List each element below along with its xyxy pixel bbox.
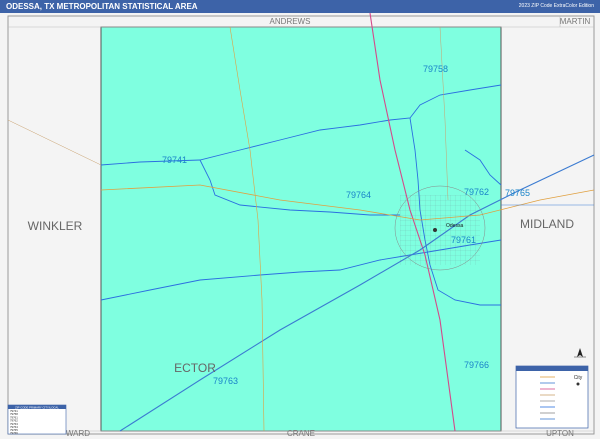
county-label: ECTOR	[174, 361, 216, 375]
map-canvas: ANDREWS MARTIN WINKLER MIDLAND WARD CRAN…	[0, 13, 600, 439]
map-title: ODESSA, TX METROPOLITAN STATISTICAL AREA	[6, 2, 198, 11]
neighbor-label-bottom-right: UPTON	[546, 429, 574, 438]
zip-label: 79762	[464, 187, 489, 197]
zip-table-header: ZIP CODE PRIMARY CITY/LOCAL	[15, 405, 59, 409]
neighbor-label-bottom-mid: CRANE	[287, 429, 315, 438]
zip-label: 79758	[423, 64, 448, 74]
map-subtitle: 2023 ZIP Code ExtraColor Edition	[518, 3, 594, 9]
zip-label: 79766	[464, 360, 489, 370]
zip-table: ZIP CODE PRIMARY CITY/LOCAL 79741 79758 …	[7, 404, 67, 435]
neighbor-label-right: MIDLAND	[520, 217, 574, 231]
title-bar: ODESSA, TX METROPOLITAN STATISTICAL AREA…	[0, 0, 600, 13]
zip-table-row: 79766	[10, 431, 18, 435]
zip-label: 79764	[346, 190, 371, 200]
neighbor-label-bottom-left: WARD	[66, 429, 90, 438]
zip-label: 79761	[451, 235, 476, 245]
neighbor-label-top-left: ANDREWS	[270, 17, 311, 26]
legend: City	[515, 365, 589, 429]
city-marker	[433, 228, 437, 232]
city-label: Odessa	[446, 223, 463, 229]
zip-label: 79763	[213, 376, 238, 386]
odessa-urban-area	[394, 185, 486, 271]
zip-label: 79741	[162, 155, 187, 165]
legend-city-marker	[576, 382, 580, 386]
neighbor-label-top-right: MARTIN	[560, 17, 591, 26]
neighbor-label-left: WINKLER	[28, 219, 83, 233]
zip-label: 79765	[505, 188, 530, 198]
legend-city-label: City	[574, 375, 583, 381]
